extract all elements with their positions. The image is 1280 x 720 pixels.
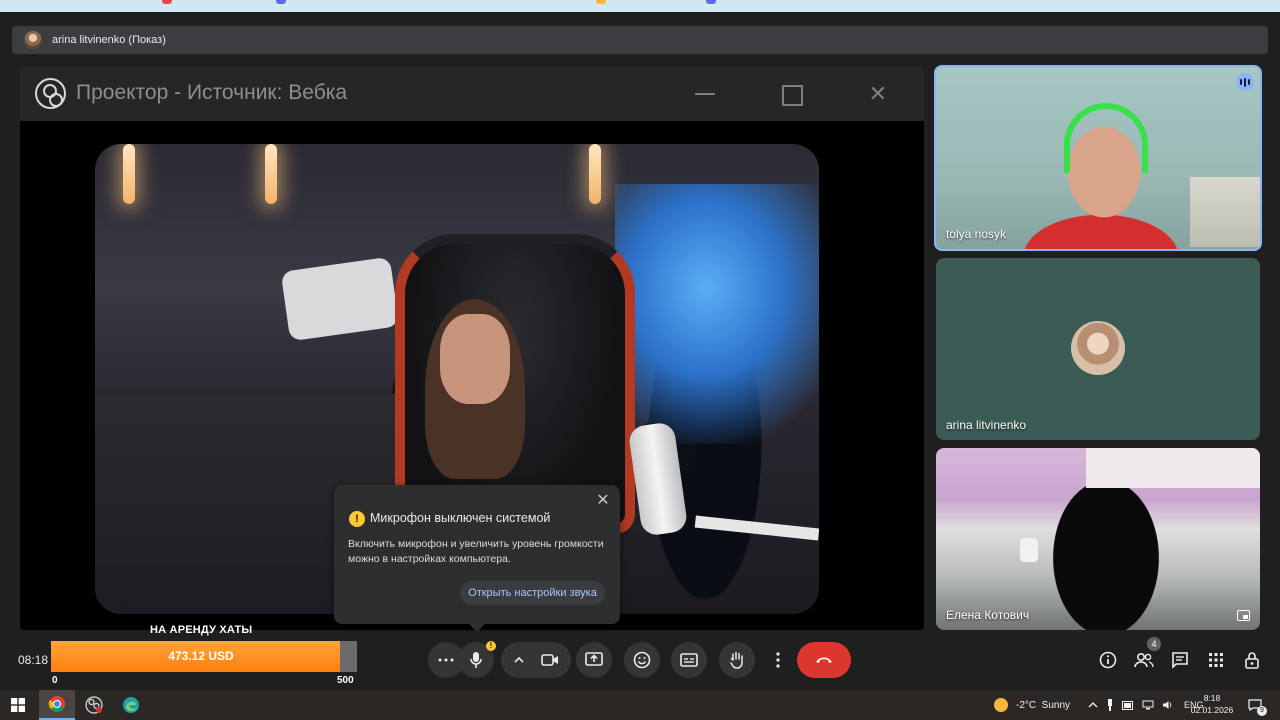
browser-tab-strip: [0, 0, 1280, 12]
wall-lamp: [123, 144, 135, 204]
battery-icon: [1122, 700, 1133, 710]
donation-goal-min: 0: [52, 675, 58, 686]
sun-icon: [994, 698, 1008, 712]
donation-goal-bar: 473.12 USD: [51, 641, 357, 672]
minimize-button[interactable]: [692, 80, 720, 108]
edge-icon: [123, 697, 139, 713]
meeting-info-button[interactable]: [1098, 650, 1118, 670]
raise-hand-button[interactable]: [719, 642, 755, 678]
taskbar-time: 8:18: [1203, 693, 1221, 703]
kitchen-cabinet: [1086, 448, 1260, 488]
headset: [1064, 103, 1148, 173]
pillow: [280, 256, 400, 342]
participant-tile[interactable]: arina litvinenko: [936, 258, 1260, 440]
donation-goal-title: НА АРЕНДУ ХАТЫ: [150, 624, 253, 636]
window-title: Проектор - Источник: Вебка: [76, 81, 348, 104]
mic-muted-dialog: ✕ ! Микрофон выключен системой Включить …: [334, 485, 620, 632]
taskbar-chrome[interactable]: [39, 690, 75, 720]
blue-light: [615, 184, 819, 444]
chevron-up-icon: [1088, 702, 1098, 708]
end-call-button[interactable]: [797, 642, 851, 678]
emoji-icon: [633, 651, 651, 669]
dialog-body: Включить микрофон и увеличить уровень гр…: [348, 538, 604, 565]
weather-text: -2°C Sunny: [1016, 699, 1071, 711]
present-screen-button[interactable]: [576, 642, 612, 678]
notifications-button[interactable]: [1240, 690, 1270, 720]
tab-favicon[interactable]: [276, 0, 286, 4]
usb-icon: [1108, 699, 1112, 711]
participant-name: arina litvinenko: [946, 418, 1027, 432]
presenter-name: arina litvinenko (Показ): [52, 34, 166, 46]
taskbar-obs[interactable]: [76, 690, 112, 720]
donation-goal-amount: 473.12 USD: [168, 649, 234, 663]
chat-button[interactable]: [1170, 650, 1190, 670]
taskbar-date: 02.01.2026: [1190, 705, 1234, 715]
donation-goal-max: 500: [337, 675, 354, 686]
volume-icon: [1163, 701, 1172, 709]
tab-favicon[interactable]: [596, 0, 606, 4]
dialog-title: Микрофон выключен системой: [370, 511, 551, 525]
windows-logo-icon: [11, 698, 25, 712]
warning-icon: !: [349, 511, 365, 527]
close-icon[interactable]: ✕: [594, 492, 612, 510]
captions-button[interactable]: [671, 642, 707, 678]
open-sound-settings-button[interactable]: Открыть настройки звука: [460, 581, 605, 605]
people-button[interactable]: [1134, 650, 1154, 670]
maximize-button[interactable]: [777, 80, 805, 108]
tab-favicon[interactable]: [162, 0, 172, 4]
close-window-button[interactable]: ✕: [864, 80, 892, 108]
chevron-up-icon: [514, 656, 524, 663]
more-actions-button[interactable]: [767, 642, 789, 678]
wall-lamp: [265, 144, 277, 204]
participant-name: tolya nosyk: [946, 227, 1007, 241]
obs-logo-icon: [35, 78, 66, 109]
meeting-clock: 08:18: [18, 653, 49, 667]
activities-button[interactable]: [1206, 650, 1226, 670]
more-horizontal-icon: [438, 658, 454, 662]
projector-titlebar[interactable]: Проектор - Источник: Вебка ✕: [20, 66, 924, 121]
picture-in-picture-icon[interactable]: [1237, 610, 1250, 621]
camera-control-group[interactable]: [501, 642, 571, 678]
speaking-indicator-icon: [1236, 73, 1254, 91]
host-controls-button[interactable]: [1242, 650, 1262, 670]
kettle: [1020, 538, 1038, 562]
people-icon: [1134, 652, 1154, 668]
participant-tile[interactable]: tolya nosyk: [934, 65, 1262, 251]
apps-grid-icon: [1209, 653, 1223, 667]
lock-person-icon: [1245, 652, 1259, 669]
hand-icon: [730, 651, 743, 669]
mic-warning-icon: !: [486, 641, 496, 651]
shelf: [1190, 177, 1260, 247]
wall-lamp: [589, 144, 601, 204]
weather-widget[interactable]: -2°C Sunny: [994, 690, 1070, 720]
taskbar-edge[interactable]: [113, 690, 149, 720]
chat-icon: [1172, 652, 1188, 669]
avatar: [1071, 321, 1125, 375]
presentation-banner: arina litvinenko (Показ): [12, 26, 1268, 54]
obs-icon: [85, 696, 103, 714]
people-count-badge: 4: [1147, 637, 1161, 651]
captions-icon: [680, 653, 698, 667]
chrome-icon: [48, 696, 65, 712]
participant-name: Елена Котович: [946, 608, 1030, 622]
more-vertical-icon: [776, 652, 780, 668]
start-button[interactable]: [0, 690, 36, 720]
hang-up-icon: [816, 657, 832, 663]
tab-favicon[interactable]: [706, 0, 716, 4]
streamer-face: [440, 314, 510, 404]
participant-tile[interactable]: Елена Котович: [936, 448, 1260, 630]
notification-count-badge: 9: [1257, 706, 1267, 716]
reactions-button[interactable]: [624, 642, 660, 678]
avatar: [24, 31, 42, 49]
windows-taskbar: -2°C Sunny ENG 8:18 02.01.2026 9: [0, 690, 1280, 720]
info-icon: [1099, 651, 1117, 669]
present-screen-icon: [585, 652, 603, 666]
taskbar-clock[interactable]: 8:18 02.01.2026: [1186, 692, 1238, 716]
mic-icon: [470, 652, 482, 668]
network-icon: [1142, 700, 1154, 710]
camera-icon: [541, 654, 558, 666]
mic-arm: [694, 515, 819, 541]
